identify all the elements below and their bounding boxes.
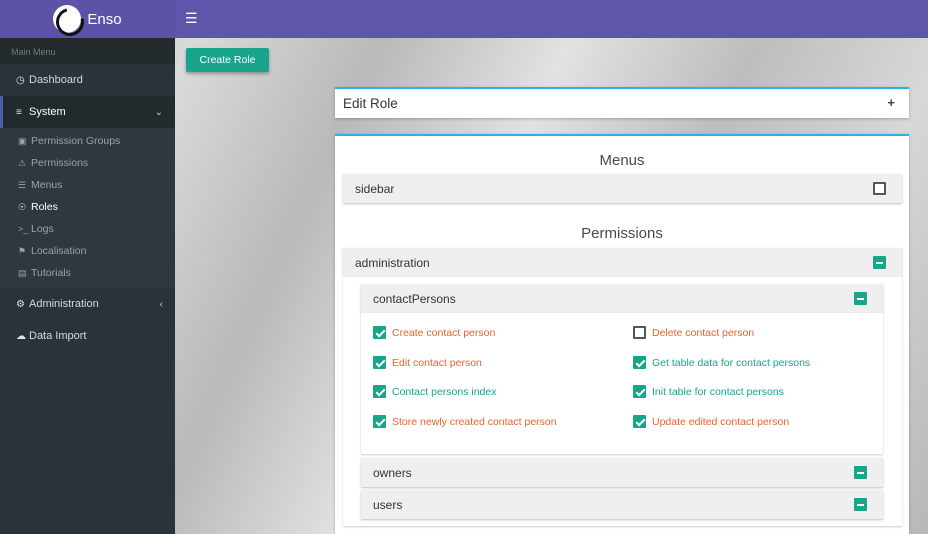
group-icon: ▣: [18, 135, 27, 146]
permission-init-table[interactable]: Init table for contact persons: [633, 385, 784, 398]
checkbox-checked[interactable]: [373, 385, 386, 398]
permission-group-administration[interactable]: administration: [343, 248, 902, 277]
menu-sidebar-checkbox[interactable]: [873, 182, 886, 195]
hamburger-menu-icon[interactable]: ☰: [185, 10, 198, 27]
users-checkbox[interactable]: [854, 498, 867, 511]
checkbox-checked[interactable]: [633, 356, 646, 369]
checkbox-checked[interactable]: [373, 326, 386, 339]
sidebar-item-logs[interactable]: >_ Logs: [0, 218, 175, 240]
sidebar-item-menus[interactable]: ☰ Menus: [0, 174, 175, 196]
panel-title: Edit Role: [343, 96, 398, 111]
expand-plus-icon[interactable]: +: [887, 95, 895, 110]
chevron-left-icon: ‹: [159, 298, 163, 310]
brand-name: Enso: [87, 10, 122, 28]
warning-icon: ⚠: [18, 157, 27, 168]
checkbox-checked[interactable]: [373, 415, 386, 428]
brand[interactable]: Enso: [0, 0, 175, 38]
language-icon: ⚑: [18, 245, 27, 256]
gears-icon: ⚙: [16, 298, 25, 310]
menu-row-label: sidebar: [355, 182, 395, 196]
permission-delete-contact-person[interactable]: Delete contact person: [633, 326, 754, 339]
sidebar-item-label: Administration: [29, 298, 99, 310]
checkbox-unchecked[interactable]: [633, 326, 646, 339]
terminal-icon: >_: [18, 224, 29, 234]
sidebar-item-administration[interactable]: ⚙ Administration ‹: [0, 288, 175, 320]
sidebar-item-label: Dashboard: [29, 74, 83, 86]
sidebar-item-dashboard[interactable]: ◷ Dashboard: [0, 64, 175, 96]
permission-label: Delete contact person: [652, 326, 755, 339]
book-icon: ▤: [18, 267, 27, 278]
sidebar: Main Menu ◷ Dashboard ≡ System ⌄ ▣ Permi…: [0, 38, 175, 534]
sidebar-item-label: Menus: [31, 179, 63, 191]
menu-row-sidebar[interactable]: sidebar: [343, 174, 902, 203]
enso-logo-icon: [53, 5, 82, 33]
sidebar-header: Main Menu: [0, 38, 175, 64]
owners-checkbox[interactable]: [854, 466, 867, 479]
sidebar-item-label: Permissions: [31, 157, 89, 169]
checkbox-checked[interactable]: [633, 385, 646, 398]
permission-update-contact-person[interactable]: Update edited contact person: [633, 415, 789, 428]
sidebar-item-label: Permission Groups: [31, 135, 121, 147]
checkbox-checked[interactable]: [633, 415, 646, 428]
permission-store-contact-person[interactable]: Store newly created contact person: [373, 415, 557, 428]
top-navbar: ☰: [175, 0, 928, 38]
permission-subgroup-label: contactPersons: [373, 292, 456, 306]
permission-label: Init table for contact persons: [652, 385, 784, 398]
permission-create-contact-person[interactable]: Create contact person: [373, 326, 495, 339]
permissions-title: Permissions: [581, 225, 663, 242]
permission-group-label: administration: [355, 256, 430, 270]
sidebar-item-label: Data Import: [29, 330, 87, 342]
permission-contact-persons-index[interactable]: Contact persons index: [373, 385, 496, 398]
contact-persons-checkbox[interactable]: [854, 292, 867, 305]
sidebar-item-label: Logs: [31, 223, 54, 235]
permission-label: Edit contact person: [392, 356, 482, 369]
sidebar-item-system[interactable]: ≡ System ⌄: [0, 96, 175, 128]
chevron-down-icon: ⌄: [154, 106, 163, 118]
dashboard-icon: ◷: [16, 74, 25, 86]
system-submenu: ▣ Permission Groups ⚠ Permissions ☰ Menu…: [0, 128, 175, 288]
permission-label: Update edited contact person: [652, 415, 790, 428]
sidebar-item-data-import[interactable]: ☁ Data Import: [0, 320, 175, 352]
sidebar-item-label: System: [29, 106, 66, 118]
permission-label: Store newly created contact person: [392, 415, 557, 428]
permission-subgroup-label: users: [373, 498, 403, 512]
edit-role-panel: Edit Role +: [335, 87, 909, 118]
permission-label: Get table data for contact persons: [652, 356, 811, 369]
create-role-button[interactable]: Create Role: [186, 48, 269, 72]
sidebar-item-permission-groups[interactable]: ▣ Permission Groups: [0, 130, 175, 152]
permission-label: Create contact person: [392, 326, 496, 339]
permission-get-table-data[interactable]: Get table data for contact persons: [633, 356, 810, 369]
permission-label: Contact persons index: [392, 385, 497, 398]
permission-subgroup-users[interactable]: users: [361, 490, 883, 519]
checkbox-checked[interactable]: [373, 356, 386, 369]
permission-subgroup-owners[interactable]: owners: [361, 458, 883, 487]
administration-checkbox[interactable]: [873, 256, 886, 269]
sidebar-item-tutorials[interactable]: ▤ Tutorials: [0, 262, 175, 284]
permission-subgroup-label: owners: [373, 466, 412, 480]
sidebar-item-label: Roles: [31, 201, 58, 213]
universal-access-icon: ☉: [18, 201, 27, 212]
sidebar-item-roles[interactable]: ☉ Roles: [0, 196, 175, 218]
sliders-icon: ≡: [16, 106, 22, 118]
permission-edit-contact-person[interactable]: Edit contact person: [373, 356, 482, 369]
permission-subgroup-contact-persons[interactable]: contactPersons: [361, 284, 883, 313]
sidebar-item-localisation[interactable]: ⚑ Localisation: [0, 240, 175, 262]
list-icon: ☰: [18, 179, 27, 190]
cloud-upload-icon: ☁: [16, 330, 26, 342]
sidebar-item-permissions[interactable]: ⚠ Permissions: [0, 152, 175, 174]
sidebar-item-label: Localisation: [31, 245, 87, 257]
sidebar-item-label: Tutorials: [31, 267, 71, 279]
menus-title: Menus: [599, 152, 645, 169]
